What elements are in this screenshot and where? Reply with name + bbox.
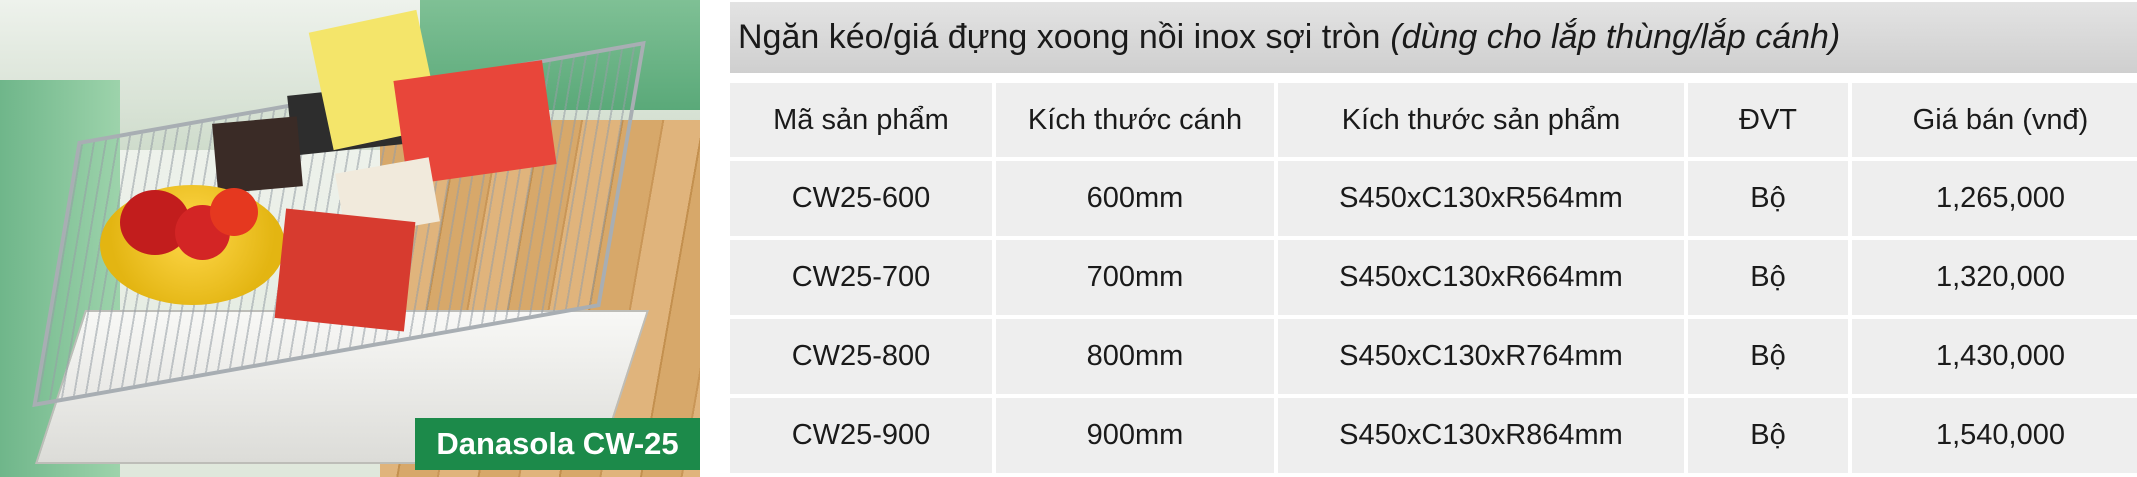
photo-snack-box xyxy=(274,208,416,332)
cell-product-code: CW25-900 xyxy=(730,398,992,473)
photo-snack-box xyxy=(212,116,303,194)
cell-unit: Bộ xyxy=(1688,398,1848,473)
cell-unit: Bộ xyxy=(1688,319,1848,394)
cell-price: 1,320,000 xyxy=(1852,240,2137,315)
table-row: CW25-700 700mm S450xC130xR664mm Bộ 1,320… xyxy=(730,240,2137,315)
cell-door-size: 800mm xyxy=(996,319,1274,394)
cell-door-size: 600mm xyxy=(996,161,1274,236)
table-header-row: Mã sản phẩm Kích thước cánh Kích thước s… xyxy=(730,83,2137,157)
cell-price: 1,265,000 xyxy=(1852,161,2137,236)
cell-unit: Bộ xyxy=(1688,240,1848,315)
cell-door-size: 900mm xyxy=(996,398,1274,473)
table-row: CW25-800 800mm S450xC130xR764mm Bộ 1,430… xyxy=(730,319,2137,394)
cell-product-size: S450xC130xR664mm xyxy=(1278,240,1684,315)
cell-price: 1,540,000 xyxy=(1852,398,2137,473)
header-door-size: Kích thước cánh xyxy=(996,83,1274,157)
table-row: CW25-900 900mm S450xC130xR864mm Bộ 1,540… xyxy=(730,398,2137,473)
cell-product-code: CW25-700 xyxy=(730,240,992,315)
header-unit: ĐVT xyxy=(1688,83,1848,157)
price-table: Mã sản phẩm Kích thước cánh Kích thước s… xyxy=(726,79,2137,477)
title-note: (dùng cho lắp thùng/lắp cánh) xyxy=(1390,18,1841,56)
cell-unit: Bộ xyxy=(1688,161,1848,236)
header-product-code: Mã sản phẩm xyxy=(730,83,992,157)
product-photo: Danasola CW-25 xyxy=(0,0,700,477)
header-price: Giá bán (vnđ) xyxy=(1852,83,2137,157)
title-bar: Ngăn kéo/giá đựng xoong nồi inox sợi trò… xyxy=(730,2,2137,73)
cell-door-size: 700mm xyxy=(996,240,1274,315)
header-product-size: Kích thước sản phẩm xyxy=(1278,83,1684,157)
table-row: CW25-600 600mm S450xC130xR564mm Bộ 1,265… xyxy=(730,161,2137,236)
cell-product-size: S450xC130xR564mm xyxy=(1278,161,1684,236)
title-main: Ngăn kéo/giá đựng xoong nồi inox sợi trò… xyxy=(738,18,1381,56)
cell-product-size: S450xC130xR764mm xyxy=(1278,319,1684,394)
cell-product-code: CW25-800 xyxy=(730,319,992,394)
cell-product-size: S450xC130xR864mm xyxy=(1278,398,1684,473)
price-panel: Ngăn kéo/giá đựng xoong nồi inox sợi trò… xyxy=(730,0,2137,477)
photo-fruit xyxy=(210,188,258,236)
cell-product-code: CW25-600 xyxy=(730,161,992,236)
brand-badge: Danasola CW-25 xyxy=(415,418,700,470)
cell-price: 1,430,000 xyxy=(1852,319,2137,394)
